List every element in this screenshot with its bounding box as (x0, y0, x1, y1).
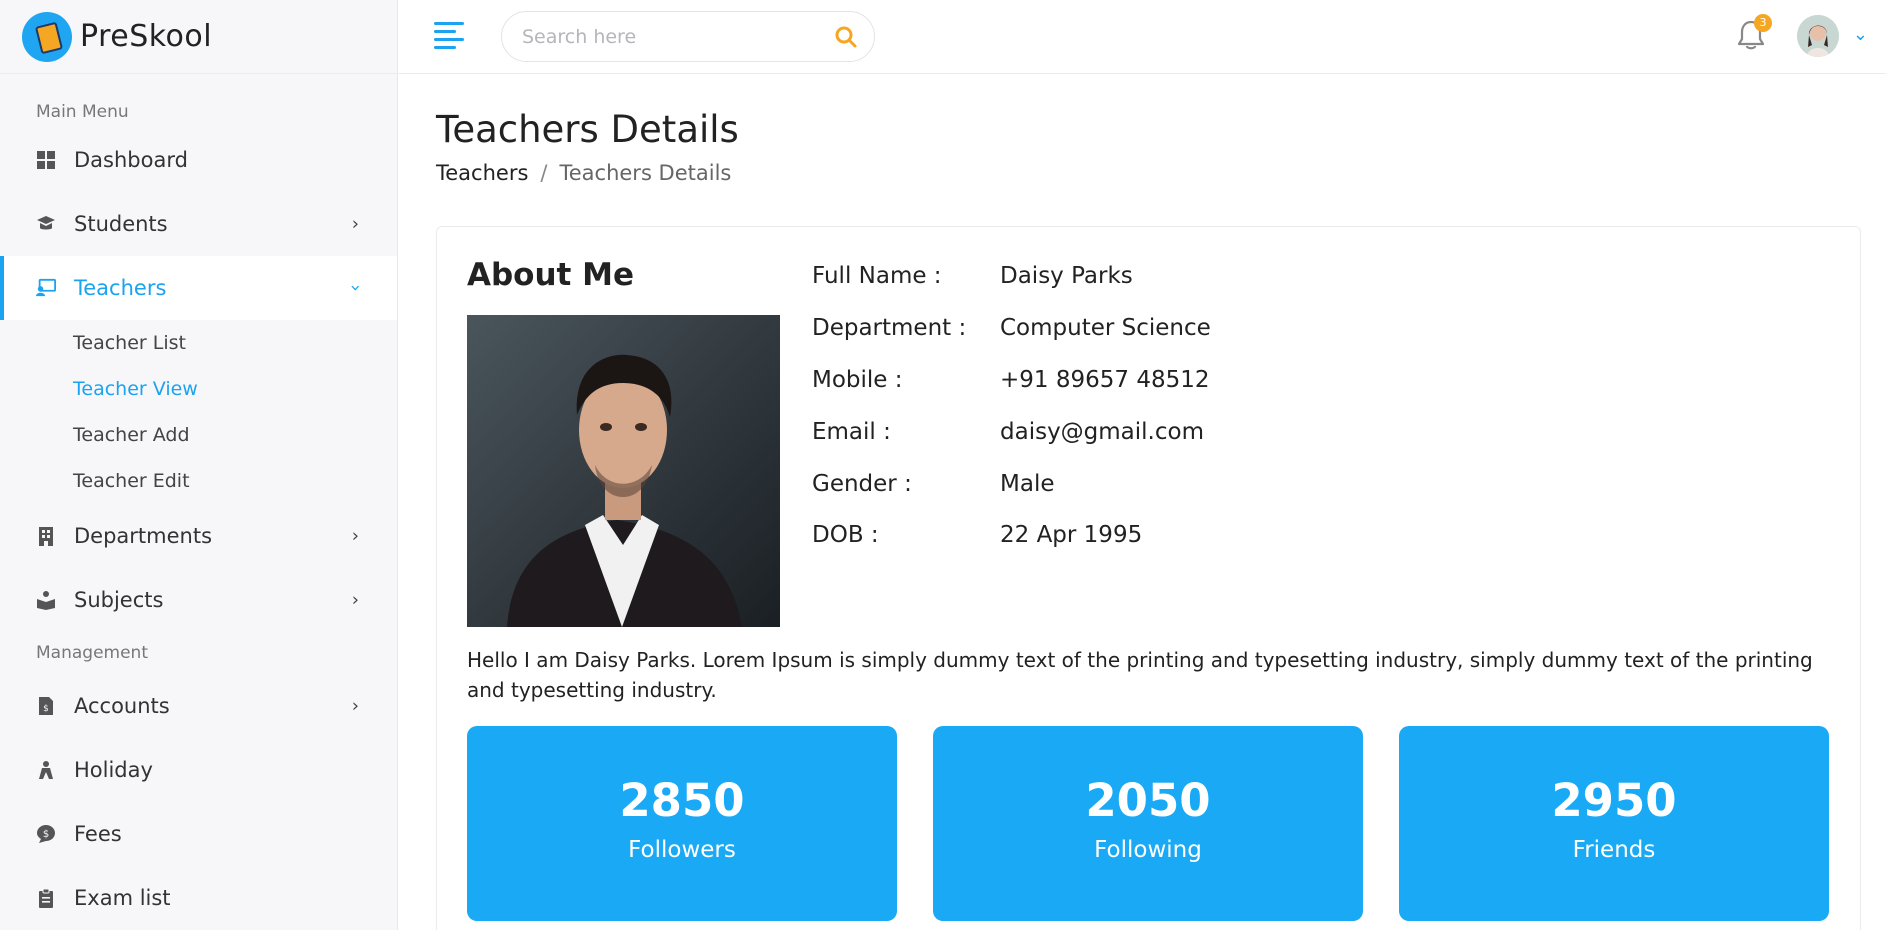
submenu-teacher-edit[interactable]: Teacher Edit (0, 458, 397, 504)
chevron-right-icon: › (351, 589, 359, 611)
comment-dollar-icon: $ (36, 824, 56, 844)
stat-label: Followers (628, 837, 736, 863)
search-icon[interactable] (834, 25, 858, 49)
card-title: About Me (467, 257, 635, 293)
chevron-down-icon[interactable]: ⌄ (1853, 24, 1868, 45)
sidebar-item-subjects[interactable]: Subjects › (0, 568, 397, 632)
field-label: DOB : (812, 522, 879, 548)
field-label: Email : (812, 419, 891, 445)
chevron-right-icon: › (351, 525, 359, 547)
teacher-photo (467, 315, 780, 627)
notification-bell-icon[interactable]: 3 (1736, 14, 1772, 52)
sidebar-item-label: Departments (74, 524, 213, 548)
field-value: +91 89657 48512 (1000, 367, 1210, 393)
about-me-card: About Me Full Name : Daisy Parks Departm… (436, 226, 1861, 930)
chevron-right-icon: › (351, 695, 359, 717)
chalkboard-teacher-icon (36, 278, 56, 298)
svg-text:$: $ (43, 829, 49, 840)
field-value: 22 Apr 1995 (1000, 522, 1143, 548)
sidebar-item-label: Subjects (74, 588, 164, 612)
stat-label: Friends (1572, 837, 1656, 863)
sidebar: PreSkool Main Menu Dashboard Students › … (0, 0, 398, 930)
search-box (501, 11, 875, 62)
search-input[interactable] (522, 12, 822, 61)
field-value: Daisy Parks (1000, 263, 1133, 289)
field-value: Computer Science (1000, 315, 1211, 341)
submenu-teacher-view[interactable]: Teacher View (0, 366, 397, 412)
sidebar-item-teachers[interactable]: Teachers › (0, 256, 397, 320)
info-mobile: Mobile : +91 89657 48512 (812, 367, 1210, 393)
stat-friends: 2950 Friends (1399, 726, 1829, 921)
user-avatar[interactable] (1797, 15, 1839, 57)
sidebar-item-holiday[interactable]: Holiday (0, 738, 397, 802)
chevron-down-icon: › (344, 284, 366, 292)
menu-section-management: Management (36, 643, 148, 663)
field-value: daisy@gmail.com (1000, 419, 1204, 445)
menu-toggle-icon[interactable] (434, 22, 464, 50)
chevron-right-icon: › (351, 213, 359, 235)
field-value: Male (1000, 471, 1055, 497)
field-label: Full Name : (812, 263, 942, 289)
field-label: Mobile : (812, 367, 903, 393)
page-title: Teachers Details (436, 108, 739, 151)
svg-text:$: $ (43, 704, 49, 714)
notification-badge: 3 (1754, 14, 1772, 32)
sidebar-item-departments[interactable]: Departments › (0, 504, 397, 568)
stat-value: 2850 (619, 774, 745, 827)
info-full-name: Full Name : Daisy Parks (812, 263, 1133, 289)
clipboard-list-icon (36, 888, 56, 908)
sidebar-item-accounts[interactable]: $ Accounts › (0, 674, 397, 738)
field-label: Department : (812, 315, 967, 341)
book-reader-icon (36, 590, 56, 610)
stat-label: Following (1094, 837, 1202, 863)
stat-followers: 2850 Followers (467, 726, 897, 921)
submenu-teacher-add[interactable]: Teacher Add (0, 412, 397, 458)
sidebar-item-fees[interactable]: $ Fees (0, 802, 397, 866)
stat-following: 2050 Following (933, 726, 1363, 921)
breadcrumb: Teachers / Teachers Details (436, 161, 731, 185)
info-gender: Gender : Male (812, 471, 1054, 497)
invoice-icon: $ (36, 696, 56, 716)
info-department: Department : Computer Science (812, 315, 1211, 341)
field-label: Gender : (812, 471, 912, 497)
info-email: Email : daisy@gmail.com (812, 419, 1204, 445)
breadcrumb-separator: / (540, 161, 548, 185)
stat-value: 2050 (1085, 774, 1211, 827)
sidebar-item-label: Exam list (74, 886, 171, 910)
sidebar-item-label: Fees (74, 822, 122, 846)
dashboard-icon (36, 150, 56, 170)
building-icon (36, 526, 56, 546)
sidebar-item-dashboard[interactable]: Dashboard (0, 128, 397, 192)
top-header: 3 ⌄ (398, 0, 1886, 74)
brand-logo[interactable]: PreSkool (0, 0, 397, 74)
sidebar-item-label: Teachers (74, 276, 167, 300)
sidebar-item-students[interactable]: Students › (0, 192, 397, 256)
sidebar-item-label: Holiday (74, 758, 153, 782)
submenu-teacher-list[interactable]: Teacher List (0, 320, 397, 366)
stat-value: 2950 (1551, 774, 1677, 827)
about-text: Hello I am Daisy Parks. Lorem Ipsum is s… (467, 648, 1813, 702)
menu-section-main: Main Menu (36, 102, 129, 122)
info-dob: DOB : 22 Apr 1995 (812, 522, 1142, 548)
breadcrumb-teachers[interactable]: Teachers (436, 161, 528, 185)
sidebar-item-exam-list[interactable]: Exam list (0, 866, 397, 930)
breadcrumb-current: Teachers Details (559, 161, 732, 185)
sidebar-item-label: Dashboard (74, 148, 188, 172)
brand-name: PreSkool (80, 19, 213, 54)
sidebar-item-label: Students (74, 212, 168, 236)
holiday-icon (36, 760, 56, 780)
logo-icon (22, 11, 72, 62)
sidebar-item-label: Accounts (74, 694, 170, 718)
graduation-cap-icon (36, 214, 56, 234)
